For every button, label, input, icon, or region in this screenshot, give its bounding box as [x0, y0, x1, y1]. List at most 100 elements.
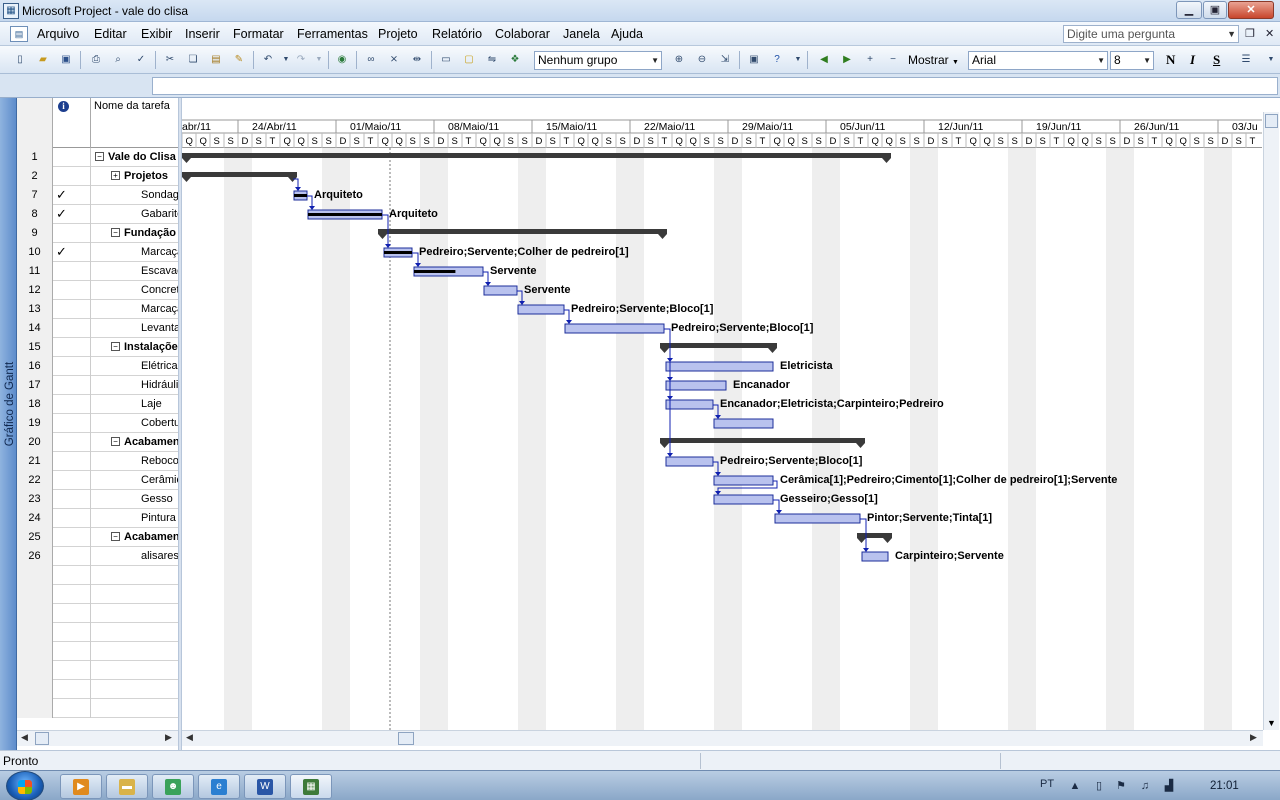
row-id[interactable]: 9	[17, 224, 53, 243]
scroll-left-icon[interactable]: ◀	[21, 732, 28, 743]
print-preview-icon[interactable]: ⌕	[110, 52, 126, 68]
taskbar-internet-explorer[interactable]: e	[198, 774, 240, 799]
task-name-cell[interactable]	[91, 661, 178, 680]
select-all-corner[interactable]	[17, 98, 53, 148]
menu-projeto[interactable]: Projeto	[378, 27, 418, 41]
help-question-input[interactable]: Digite uma pergunta ▼	[1063, 25, 1239, 43]
align-left-icon[interactable]: ☰	[1238, 52, 1254, 68]
task-name-cell[interactable]: −Acabamento	[91, 528, 178, 547]
row-id[interactable]: 15	[17, 338, 53, 357]
clock[interactable]: 21:01	[1210, 780, 1239, 792]
collapse-icon[interactable]: −	[111, 228, 120, 237]
row-id[interactable]: 12	[17, 281, 53, 300]
split-task-icon[interactable]: ⇹	[409, 52, 425, 68]
copy-icon[interactable]: ❏	[185, 52, 201, 68]
row-id[interactable]	[17, 585, 53, 604]
table-row[interactable]: 21 Reboco	[17, 452, 178, 471]
table-row[interactable]: 25 −Acabamento	[17, 528, 178, 547]
row-id[interactable]: 14	[17, 319, 53, 338]
print-icon[interactable]: ⎙	[88, 52, 104, 68]
task-notes-icon[interactable]: ▢	[461, 52, 477, 68]
table-row[interactable]: 2 + Projetos	[17, 167, 178, 186]
expand-icon[interactable]: +	[111, 171, 120, 180]
task-name-cell[interactable]: − Fundação	[91, 224, 178, 243]
task-name-cell[interactable]: Laje	[91, 395, 178, 414]
table-row[interactable]	[17, 604, 178, 623]
gantt-chart[interactable]: abr/11 24/Abr/11 01/Maio/11 08/Maio/11 15/Ma…	[182, 98, 1262, 730]
task-name-cell[interactable]	[91, 623, 178, 642]
row-id[interactable]: 10	[17, 243, 53, 262]
close-button[interactable]: ✕	[1228, 1, 1274, 19]
task-name-cell[interactable]: Cobertura	[91, 414, 178, 433]
taskbar-explorer[interactable]: ▬	[106, 774, 148, 799]
row-id[interactable]: 11	[17, 262, 53, 281]
go-to-task-icon[interactable]: ⇲	[717, 52, 733, 68]
row-id[interactable]: 26	[17, 547, 53, 566]
task-name-cell[interactable]: alisares	[91, 547, 178, 566]
task-name-cell[interactable]: Pintura	[91, 509, 178, 528]
task-name-cell[interactable]: Cerâmica	[91, 471, 178, 490]
task-name-cell[interactable]: Concreto	[91, 281, 178, 300]
minimize-button[interactable]: ▁	[1176, 1, 1202, 19]
row-id[interactable]: 25	[17, 528, 53, 547]
taskbar-media-player[interactable]: ▶	[60, 774, 102, 799]
row-id[interactable]: 8	[17, 205, 53, 224]
show-subtasks-icon[interactable]: +	[862, 52, 878, 68]
scroll-thumb[interactable]	[398, 732, 414, 745]
task-name-cell[interactable]: − Instalações	[91, 338, 178, 357]
table-row[interactable]: 26 alisares	[17, 547, 178, 566]
row-id[interactable]: 21	[17, 452, 53, 471]
menu-exibir[interactable]: Exibir	[141, 27, 172, 41]
table-row[interactable]	[17, 699, 178, 718]
table-row[interactable]: 7✓ Sondagem	[17, 186, 178, 205]
task-name-cell[interactable]: Reboco	[91, 452, 178, 471]
table-row[interactable]	[17, 680, 178, 699]
language-indicator[interactable]: PT	[1040, 778, 1054, 790]
row-id[interactable]: 24	[17, 509, 53, 528]
menu-ferramentas[interactable]: Ferramentas	[297, 27, 368, 41]
scroll-thumb[interactable]	[1265, 114, 1278, 128]
scroll-right-icon[interactable]: ▶	[165, 732, 172, 743]
row-id[interactable]	[17, 661, 53, 680]
menu-colaborar[interactable]: Colaborar	[495, 27, 550, 41]
task-name-cell[interactable]: Levantamento	[91, 319, 178, 338]
italic-button[interactable]: I	[1190, 52, 1195, 68]
taskbar-project[interactable]: ▦	[290, 774, 332, 799]
row-id[interactable]: 19	[17, 414, 53, 433]
row-id[interactable]: 20	[17, 433, 53, 452]
table-horizontal-scrollbar[interactable]: ◀ ▶	[17, 730, 178, 746]
table-row[interactable]: 13 Marcação	[17, 300, 178, 319]
indent-icon[interactable]: ▶	[839, 52, 855, 68]
unlink-tasks-icon[interactable]: ⨯	[386, 52, 402, 68]
start-button[interactable]	[6, 771, 44, 800]
row-id[interactable]: 1	[17, 148, 53, 167]
outdent-icon[interactable]: ◀	[816, 52, 832, 68]
menu-arquivo[interactable]: Arquivo	[37, 27, 79, 41]
table-row[interactable]	[17, 642, 178, 661]
chevron-up-icon[interactable]: ▲	[1068, 779, 1082, 793]
chevron-down-icon[interactable]: ▼	[1097, 52, 1105, 69]
table-row[interactable]: 18 Laje	[17, 395, 178, 414]
row-id[interactable]	[17, 680, 53, 699]
bold-button[interactable]: N	[1166, 52, 1175, 68]
chevron-down-icon[interactable]: ▼	[651, 52, 659, 69]
task-name-cell[interactable]: Gesso	[91, 490, 178, 509]
zoom-out-icon[interactable]: ⊖	[694, 52, 710, 68]
task-name-cell[interactable]: −Acabamento	[91, 433, 178, 452]
table-row[interactable]: 10✓ Marcação	[17, 243, 178, 262]
table-row[interactable]: 23 Gesso	[17, 490, 178, 509]
show-menu-button[interactable]: Mostrar ▼	[908, 53, 959, 67]
menu-relatorio[interactable]: Relatório	[432, 27, 482, 41]
copy-picture-icon[interactable]: ▣	[746, 52, 762, 68]
undo-dropdown-icon[interactable]: ▼	[278, 52, 294, 68]
scroll-right-icon[interactable]: ▶	[1250, 732, 1257, 743]
taskbar-messenger[interactable]: ☻	[152, 774, 194, 799]
collapse-icon[interactable]: −	[111, 342, 120, 351]
task-name-cell[interactable]	[91, 585, 178, 604]
entry-field[interactable]	[152, 77, 1278, 95]
table-row[interactable]	[17, 585, 178, 604]
underline-button[interactable]: S	[1213, 52, 1220, 68]
gantt-horizontal-scrollbar[interactable]: ◀ ▶	[182, 730, 1263, 746]
row-id[interactable]	[17, 642, 53, 661]
redo-dropdown-icon[interactable]: ▼	[311, 52, 327, 68]
